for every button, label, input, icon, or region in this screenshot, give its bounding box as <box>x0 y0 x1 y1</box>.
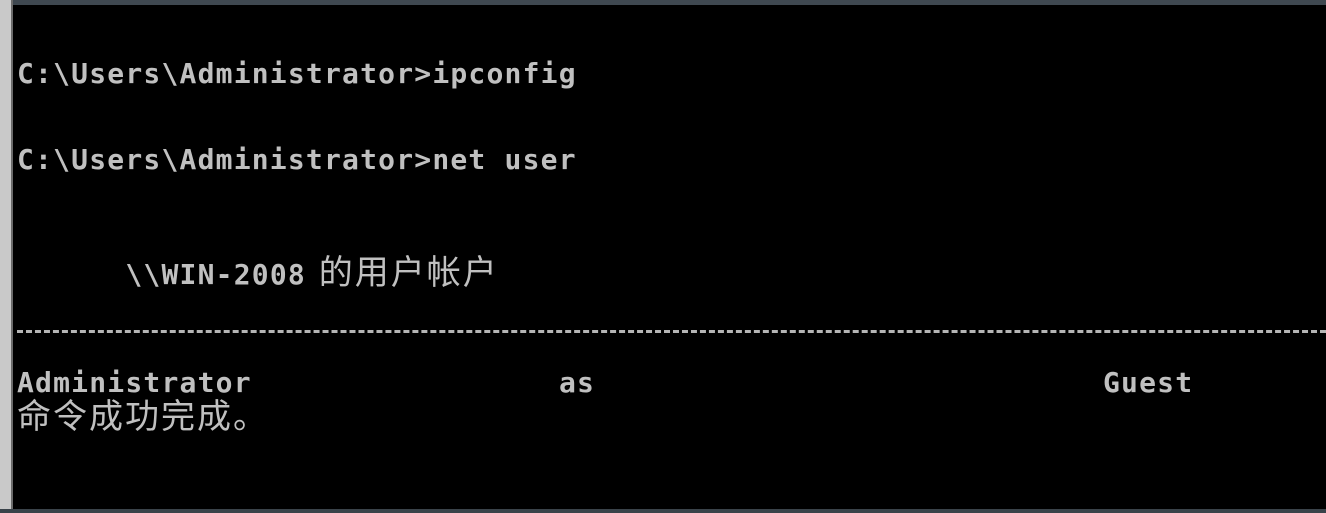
console-line-user-accounts-header: \\WIN-2008 的用户帐户 <box>17 228 499 318</box>
window-left-border <box>0 0 13 513</box>
user-entry-administrator: Administrator <box>17 366 252 399</box>
console-partial-line <box>17 0 216 10</box>
user-entry-as: as <box>559 366 596 399</box>
window-bottom-border <box>0 509 1326 513</box>
console-window[interactable]: C:\Users\Administrator>ipconfig C:\Users… <box>0 0 1326 513</box>
console-command-success: 命令成功完成。 <box>17 397 269 437</box>
console-line-net-user: C:\Users\Administrator>net user <box>17 143 577 176</box>
console-user-accounts-label: 的用户帐户 <box>305 253 499 293</box>
console-output[interactable]: C:\Users\Administrator>ipconfig C:\Users… <box>17 0 1326 509</box>
console-line-ipconfig: C:\Users\Administrator>ipconfig <box>17 57 577 90</box>
console-host-name: \\WIN-2008 <box>125 258 306 291</box>
user-entry-guest: Guest <box>1103 366 1194 399</box>
console-separator <box>17 330 1326 333</box>
